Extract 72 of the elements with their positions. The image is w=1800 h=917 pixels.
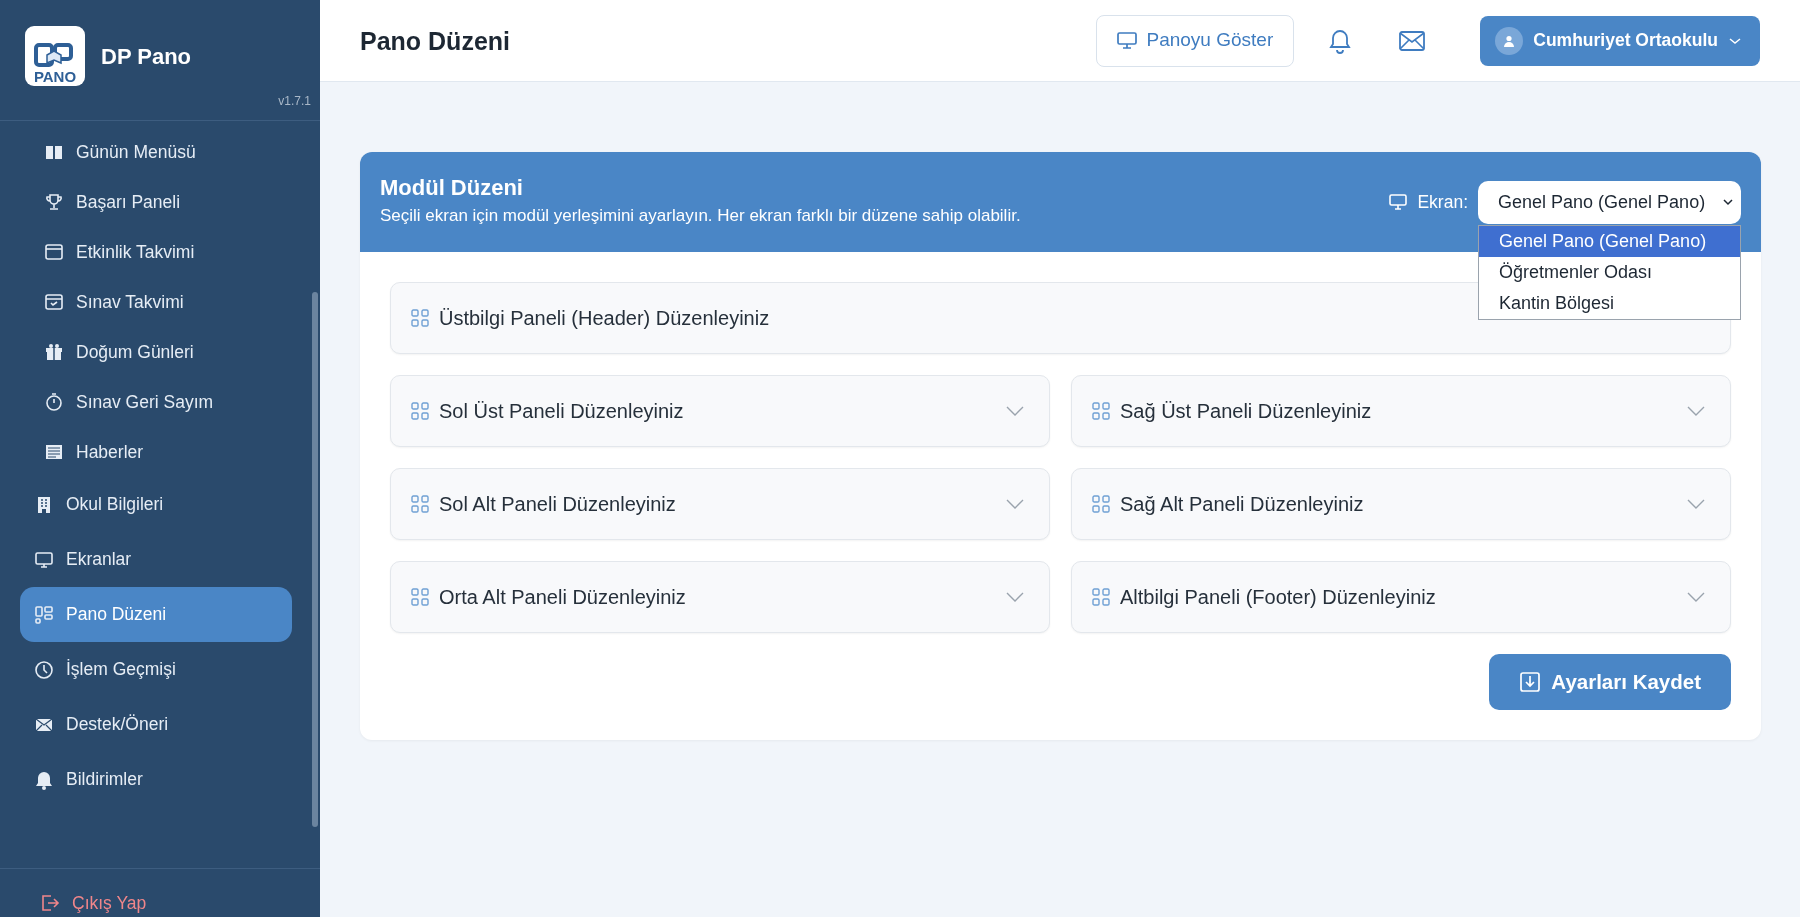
grid-icon [411,588,429,606]
show-board-button[interactable]: Panoyu Göster [1095,14,1295,67]
card-subtitle: Seçili ekran için modül yerleşimini ayarlayın. Her ekran farklı bir düzene sahip olabilir. [380,205,1021,228]
card-title: Modül Düzeni [380,175,524,202]
trophy-icon [44,192,64,212]
logout-link[interactable]: Çıkış Yap [34,888,300,917]
grid-icon [411,309,429,327]
grid-icon [1092,588,1110,606]
newspaper-icon [44,442,64,462]
sidebar-item[interactable]: Etkinlik Takvimi [20,227,292,277]
panel-title: Üstbilgi Paneli (Header) Düzenleyiniz [439,306,770,331]
save-settings-button[interactable]: Ayarları Kaydet [1489,654,1731,710]
bell-icon [1328,27,1353,54]
panel-accordion[interactable]: Sağ Üst Paneli Düzenleyiniz [1071,375,1731,447]
bell-icon [34,769,54,790]
panel-accordion[interactable]: Altbilgi Paneli (Footer) Düzenleyiniz [1071,561,1731,633]
monitor-icon [1116,31,1137,50]
monitor-icon [1389,194,1408,210]
panel-title: Orta Alt Paneli Düzenleyiniz [439,585,686,610]
sidebar-item[interactable]: Bildirimler [20,752,292,807]
panel-title: Sağ Üst Paneli Düzenleyiniz [1120,399,1372,424]
scrollbar[interactable] [312,292,318,827]
sidebar-item[interactable]: Sınav Takvimi [20,277,292,327]
screen-select[interactable]: Genel Pano (Genel Pano) [1478,180,1741,224]
sidebar-item[interactable]: Başarı Paneli [20,177,292,227]
sidebar-item[interactable]: Haberler [20,427,292,477]
grid-icon [411,495,429,513]
chevron-down-icon [1686,591,1706,603]
logout-icon [40,892,60,913]
clock-icon [34,659,54,680]
caret-icon [1728,35,1742,46]
panel-title: Altbilgi Paneli (Footer) Düzenleyiniz [1120,585,1436,610]
chevron-down-icon [1005,498,1025,510]
sidebar-item[interactable]: Okul Bilgileri [20,477,292,532]
envelope-icon [1399,30,1426,51]
stopwatch-icon [44,392,64,412]
sidebar-item[interactable]: Günün Menüsü [20,127,292,177]
grid-icon [1092,402,1110,420]
calendar-check-icon [44,292,64,312]
sidebar-item[interactable]: İşlem Geçmişi [20,642,292,697]
panel-accordion[interactable]: Sol Üst Paneli Düzenleyiniz [390,375,1050,447]
version-label: v1.7.1 [278,94,311,108]
page-title: Pano Düzeni [360,25,510,56]
sidebar-item[interactable]: Destek/Öneri [20,697,292,752]
chevron-down-icon [1005,405,1025,417]
panel-accordion[interactable]: Orta Alt Paneli Düzenleyiniz [390,561,1050,633]
calendar-icon [44,242,64,262]
panel-title: Sol Üst Paneli Düzenleyiniz [439,399,684,424]
sidebar-item[interactable]: Pano Düzeni [20,587,292,642]
gift-icon [44,342,64,362]
caret-icon [1721,197,1735,207]
chevron-down-icon [1005,591,1025,603]
sidebar-item[interactable]: Ekranlar [20,532,292,587]
chevron-down-icon [1686,498,1706,510]
chevron-down-icon [1686,405,1706,417]
panel-accordion[interactable]: Sol Alt Paneli Düzenleyiniz [390,468,1050,540]
panel-accordion[interactable]: Sağ Alt Paneli Düzenleyiniz [1071,468,1731,540]
grid-icon [1092,495,1110,513]
app-logo: PANO [25,26,85,86]
panel-title: Sağ Alt Paneli Düzenleyiniz [1120,492,1364,517]
grid-icon [411,402,429,420]
avatar-icon [1495,26,1524,55]
dropdown-option[interactable]: Genel Pano (Genel Pano) [1479,226,1740,257]
user-menu-button[interactable]: Cumhuriyet Ortaokulu [1480,15,1760,66]
screen-label: Ekran: [1417,190,1468,214]
layout-icon [34,604,54,625]
panel-title: Sol Alt Paneli Düzenleyiniz [439,492,676,517]
brand-name: DP Pano [101,42,192,71]
monitor-icon [34,549,54,570]
sidebar-item[interactable]: Doğum Günleri [20,327,292,377]
sidebar-item[interactable]: Sınav Geri Sayım [20,377,292,427]
download-icon [1519,671,1542,693]
